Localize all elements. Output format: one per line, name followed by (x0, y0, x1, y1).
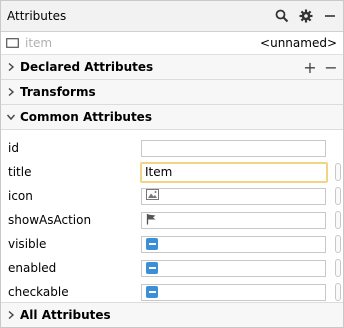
resource-picker-handle[interactable] (335, 211, 341, 229)
attribute-label: title (8, 165, 32, 179)
section-label: Declared Attributes (20, 60, 154, 74)
attribute-label: checkable (8, 285, 69, 299)
title-value: Item (145, 165, 173, 179)
id-input[interactable] (141, 139, 326, 157)
attribute-row-id: id (1, 136, 343, 160)
chevron-down-icon[interactable] (4, 113, 18, 121)
attribute-row-checkable: checkable (1, 280, 343, 304)
resource-picker-handle[interactable] (335, 163, 341, 181)
attribute-label: enabled (8, 261, 57, 275)
component-row[interactable]: item <unnamed> (1, 32, 343, 55)
attribute-row-enabled: enabled (1, 256, 343, 280)
enabled-field (141, 259, 326, 277)
minimize-icon[interactable] (319, 5, 341, 27)
attribute-label: id (8, 141, 19, 155)
visible-tristate-checkbox[interactable] (146, 238, 158, 250)
icon-input[interactable] (141, 187, 326, 205)
attribute-row-icon: icon (1, 184, 343, 208)
menu-item-icon (6, 36, 20, 50)
attribute-row-visible: visible (1, 232, 343, 256)
section-label: All Attributes (20, 308, 111, 322)
section-transforms[interactable]: Transforms (1, 80, 343, 105)
attribute-label: showAsAction (8, 213, 92, 227)
attribute-label: visible (8, 237, 47, 251)
search-icon[interactable] (271, 5, 293, 27)
chevron-right-icon[interactable] (4, 310, 18, 320)
chevron-right-icon[interactable] (4, 87, 18, 97)
section-label: Common Attributes (20, 110, 152, 124)
showasaction-input[interactable] (141, 211, 326, 229)
resource-picker-handle[interactable] (335, 259, 341, 277)
flag-icon (146, 213, 157, 228)
attribute-row-showasaction: showAsAction (1, 208, 343, 232)
chevron-right-icon[interactable] (4, 62, 18, 72)
enabled-tristate-checkbox[interactable] (146, 262, 158, 274)
section-label: Transforms (20, 85, 96, 99)
title-input[interactable]: Item (140, 161, 328, 183)
section-declared-attributes[interactable]: Declared Attributes + − (1, 55, 343, 80)
resource-picker-handle[interactable] (335, 187, 341, 205)
image-icon (146, 189, 159, 203)
resource-picker-handle[interactable] (335, 283, 341, 301)
resource-picker-handle[interactable] (335, 235, 341, 253)
attribute-label: icon (8, 189, 33, 203)
common-attributes-list: id title Item icon showAsAction visible … (1, 130, 343, 304)
attributes-panel: Attributes item <unnamed> Declared Attri… (0, 0, 344, 328)
panel-titlebar: Attributes (1, 1, 343, 32)
component-id-placeholder[interactable]: item (25, 36, 260, 50)
component-name: <unnamed> (260, 36, 337, 50)
gear-icon[interactable] (295, 5, 317, 27)
add-attribute-button[interactable]: + (301, 58, 319, 77)
section-common-attributes[interactable]: Common Attributes (1, 105, 343, 130)
section-all-attributes[interactable]: All Attributes (1, 302, 343, 327)
attribute-row-title: title Item (1, 160, 343, 184)
checkable-tristate-checkbox[interactable] (146, 286, 158, 298)
checkable-field (141, 283, 326, 301)
remove-attribute-button[interactable]: − (322, 58, 340, 77)
visible-field (141, 235, 326, 253)
panel-title: Attributes (7, 9, 67, 23)
